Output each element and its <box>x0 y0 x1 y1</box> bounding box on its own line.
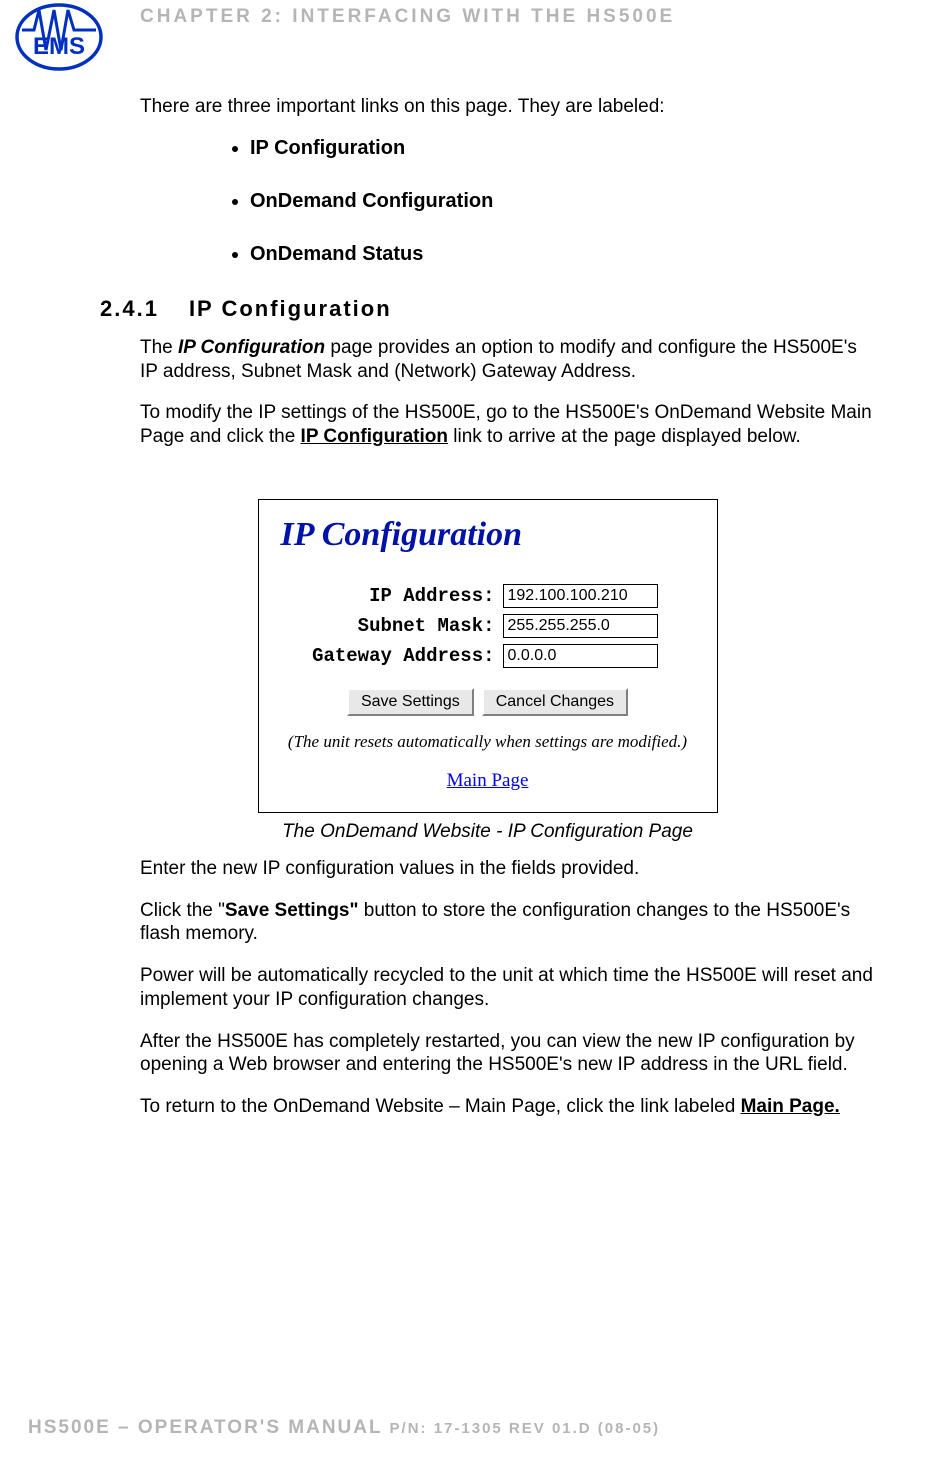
links-list: IP Configuration OnDemand Configuration … <box>250 137 875 266</box>
paragraph: Click the "Save Settings" button to stor… <box>140 899 875 947</box>
subnet-mask-input[interactable] <box>503 614 658 638</box>
intro-text: There are three important links on this … <box>140 95 875 119</box>
paragraph: Power will be automatically recycled to … <box>140 964 875 1012</box>
figure-title: IP Configuration <box>275 516 701 554</box>
paragraph: The IP Configuration page provides an op… <box>140 336 875 384</box>
list-item: IP Configuration <box>250 137 875 160</box>
chapter-header: CHAPTER 2: INTERFACING WITH THE HS500E <box>140 6 675 28</box>
section-heading: 2.4.1 IP Configuration <box>100 296 875 322</box>
paragraph: To return to the OnDemand Website – Main… <box>140 1095 875 1119</box>
paragraph: To modify the IP settings of the HS500E,… <box>140 401 875 449</box>
list-item: OnDemand Configuration <box>250 190 875 213</box>
section-number: 2.4.1 <box>100 296 159 322</box>
gateway-address-input[interactable] <box>503 644 658 668</box>
ip-config-figure: IP Configuration IP Address: Subnet Mask… <box>258 499 718 813</box>
paragraph: After the HS500E has completely restarte… <box>140 1030 875 1078</box>
figure-caption: The OnDemand Website - IP Configuration … <box>100 821 875 843</box>
paragraph: Enter the new IP configuration values in… <box>140 857 875 881</box>
list-item: OnDemand Status <box>250 243 875 266</box>
ems-logo-icon: EMS <box>14 2 104 72</box>
cancel-changes-button[interactable]: Cancel Changes <box>482 688 628 716</box>
figure-note: (The unit resets automatically when sett… <box>275 732 701 752</box>
page-footer: HS500E – OPERATOR'S MANUAL P/N: 17-1305 … <box>28 1417 660 1439</box>
gateway-address-label: Gateway Address: <box>293 645 503 667</box>
save-settings-button[interactable]: Save Settings <box>347 688 474 716</box>
svg-text:EMS: EMS <box>33 33 85 60</box>
main-page-link[interactable]: Main Page <box>447 770 529 791</box>
ip-address-input[interactable] <box>503 584 658 608</box>
subnet-mask-label: Subnet Mask: <box>293 615 503 637</box>
section-title: IP Configuration <box>189 296 392 321</box>
ip-address-label: IP Address: <box>293 585 503 607</box>
